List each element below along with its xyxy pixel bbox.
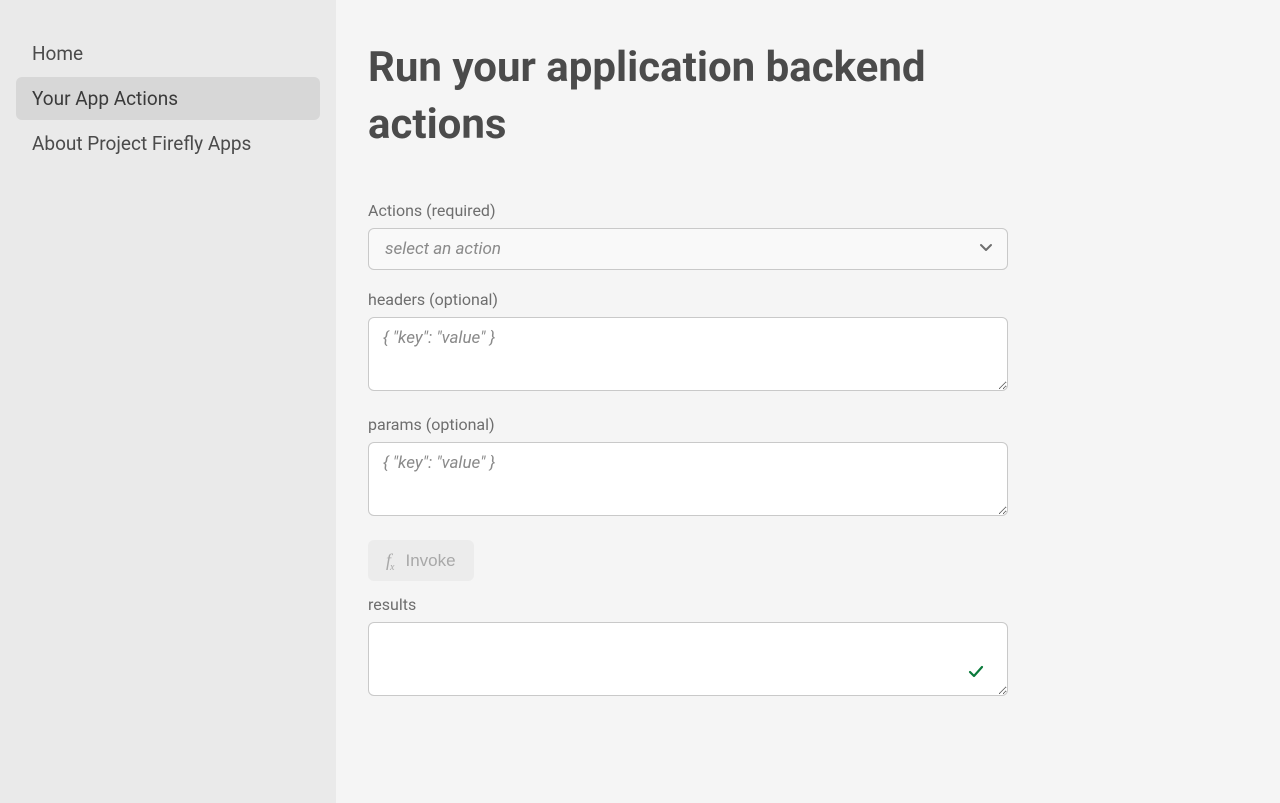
page-title: Run your application backend actions xyxy=(368,40,1008,153)
actions-select[interactable]: select an action xyxy=(368,228,1008,270)
function-icon: fx xyxy=(386,550,395,571)
sidebar-item-label: About Project Firefly Apps xyxy=(32,132,251,155)
invoke-button-label: Invoke xyxy=(405,551,455,571)
results-output[interactable] xyxy=(368,622,1008,696)
params-field-group: params (optional) xyxy=(368,415,1008,520)
actions-select-placeholder: select an action xyxy=(385,239,501,259)
actions-field-group: Actions (required) select an action xyxy=(368,201,1008,270)
sidebar-item-label: Your App Actions xyxy=(32,87,178,110)
params-label: params (optional) xyxy=(368,415,1008,434)
sidebar-item-your-app-actions[interactable]: Your App Actions xyxy=(16,77,320,120)
actions-select-wrapper: select an action xyxy=(368,228,1008,270)
results-field-group: results xyxy=(368,595,1008,700)
actions-label: Actions (required) xyxy=(368,201,1008,220)
headers-input[interactable] xyxy=(368,317,1008,391)
sidebar-item-home[interactable]: Home xyxy=(16,32,320,75)
headers-label: headers (optional) xyxy=(368,290,1008,309)
sidebar-item-about-project-firefly-apps[interactable]: About Project Firefly Apps xyxy=(16,122,320,165)
invoke-button[interactable]: fx Invoke xyxy=(368,540,474,581)
results-wrapper xyxy=(368,622,1008,700)
params-input[interactable] xyxy=(368,442,1008,516)
results-label: results xyxy=(368,595,1008,614)
headers-field-group: headers (optional) xyxy=(368,290,1008,395)
sidebar-item-label: Home xyxy=(32,42,83,65)
sidebar: Home Your App Actions About Project Fire… xyxy=(0,0,336,803)
main-content: Run your application backend actions Act… xyxy=(336,0,1280,803)
